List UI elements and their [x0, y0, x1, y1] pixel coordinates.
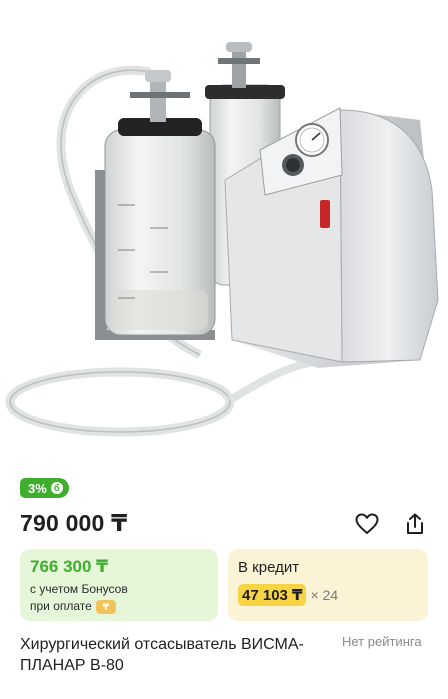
- rating-status[interactable]: Нет рейтинга: [342, 634, 422, 649]
- bonus-note-line1: с учетом Бонусов: [30, 582, 128, 596]
- favorite-button[interactable]: [353, 510, 381, 538]
- bonus-note-line2-row: при оплате ₸: [30, 598, 208, 615]
- bonus-percent-badge: 3% б: [20, 478, 69, 498]
- bonus-price: 766 300 ₸: [30, 557, 109, 576]
- coin-icon: ₸: [95, 599, 116, 614]
- bonus-note-line2: при оплате: [30, 599, 92, 613]
- credit-monthly-amount: 47 103 ₸: [238, 584, 307, 606]
- product-image[interactable]: [0, 0, 448, 468]
- product-price: 790 000 ₸: [20, 510, 128, 536]
- product-title: Хирургический отсасыватель ВИСМА-ПЛАНАР …: [20, 636, 304, 674]
- bonus-percent-label: 3%: [28, 480, 47, 496]
- share-icon: [407, 513, 423, 534]
- bonus-b-icon: б: [50, 482, 63, 494]
- bonus-price-card[interactable]: 766 300 ₸ с учетом Бонусов при оплате ₸: [20, 549, 218, 621]
- heart-outline-icon: [355, 513, 379, 534]
- credit-card[interactable]: В кредит 47 103 ₸ × 24: [228, 549, 428, 621]
- share-button[interactable]: [401, 510, 429, 538]
- credit-term: × 24: [310, 587, 339, 603]
- credit-title: В кредит: [238, 559, 300, 576]
- bonus-note: с учетом Бонусов при оплате ₸: [30, 581, 208, 615]
- credit-row: 47 103 ₸ × 24: [238, 584, 418, 606]
